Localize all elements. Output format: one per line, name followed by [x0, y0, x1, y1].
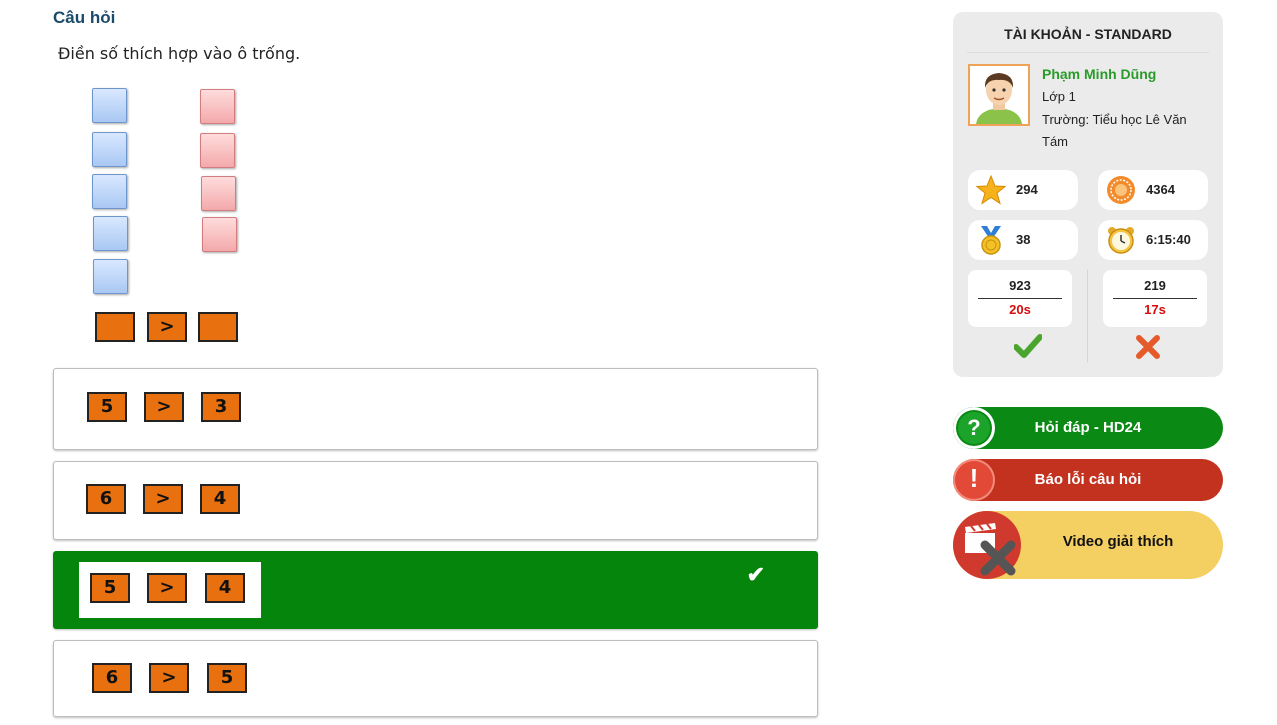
answer-operator: >	[149, 663, 189, 693]
answer-right-value: 4	[205, 573, 245, 603]
coin-icon	[1107, 176, 1135, 204]
account-panel: TÀI KHOẢN - STANDARD Phạm Minh Dũng Lớp …	[953, 12, 1223, 377]
stars-stat: 294	[968, 170, 1078, 210]
medals-stat: 38	[968, 220, 1078, 260]
answer-operator: >	[143, 484, 183, 514]
alarm-clock-icon	[1108, 227, 1134, 254]
report-label: Báo lỗi câu hỏi	[1034, 471, 1142, 488]
coins-stat: 4364	[1098, 170, 1208, 210]
question-prompt: Điền số thích hợp vào ô trống.	[58, 44, 301, 63]
blue-square	[92, 132, 127, 167]
divider	[978, 298, 1062, 299]
help-button[interactable]: ? Hỏi đáp - HD24	[953, 407, 1223, 449]
red-square	[201, 176, 236, 211]
wrong-count: 219	[1144, 278, 1166, 293]
help-label: Hỏi đáp - HD24	[1034, 419, 1142, 436]
time-stat: 6:15:40	[1098, 220, 1208, 260]
answer-left-value: 5	[87, 392, 127, 422]
answer-right-value: 4	[200, 484, 240, 514]
star-icon	[976, 175, 1006, 205]
answer-right-value: 3	[201, 392, 241, 422]
answer-option-4[interactable]: 6 > 5	[53, 640, 818, 717]
avatar[interactable]	[968, 64, 1030, 126]
divider	[1087, 270, 1088, 362]
answer-left-value: 6	[86, 484, 126, 514]
user-school-cont: Tám	[1042, 134, 1068, 149]
correct-time: 20s	[1009, 302, 1031, 317]
wrong-score: 219 17s	[1103, 270, 1207, 327]
account-title: TÀI KHOẢN - STANDARD	[1004, 26, 1172, 42]
video-label: Video giải thích	[1062, 533, 1174, 550]
blue-square	[93, 216, 128, 251]
check-icon: ✔	[746, 562, 765, 587]
divider	[1113, 298, 1197, 299]
video-clapper-icon	[953, 511, 1021, 579]
correct-score: 923 20s	[968, 270, 1072, 327]
blue-square	[92, 174, 127, 209]
answer-operator: >	[147, 573, 187, 603]
blue-square	[92, 88, 127, 123]
red-square	[200, 89, 235, 124]
answer-option-3[interactable]: 5 > 4 ✔	[53, 551, 818, 629]
divider	[967, 52, 1209, 53]
user-class: Lớp 1	[1042, 89, 1076, 104]
correct-count: 923	[1009, 278, 1031, 293]
video-button[interactable]: Video giải thích	[953, 511, 1223, 579]
cross-icon	[1136, 335, 1160, 359]
blank-left-box	[95, 312, 135, 342]
red-square	[200, 133, 235, 168]
checkmark-icon	[1014, 334, 1042, 358]
report-button[interactable]: ! Báo lỗi câu hỏi	[953, 459, 1223, 501]
answer-highlight: 5 > 4	[79, 562, 261, 618]
answer-option-2[interactable]: 6 > 4	[53, 461, 818, 540]
answer-left-value: 5	[90, 573, 130, 603]
medal-icon	[981, 226, 1001, 255]
blank-right-box	[198, 312, 238, 342]
wrong-time: 17s	[1144, 302, 1166, 317]
answer-left-value: 6	[92, 663, 132, 693]
user-school: Trường: Tiểu học Lê Văn	[1042, 112, 1187, 127]
answer-option-1[interactable]: 5 > 3	[53, 368, 818, 450]
answer-right-value: 5	[207, 663, 247, 693]
blue-square	[93, 259, 128, 294]
answer-operator: >	[144, 392, 184, 422]
operator-box: >	[147, 312, 187, 342]
red-square	[202, 217, 237, 252]
question-title: Câu hỏi	[53, 8, 116, 27]
user-name[interactable]: Phạm Minh Dũng	[1042, 66, 1156, 82]
